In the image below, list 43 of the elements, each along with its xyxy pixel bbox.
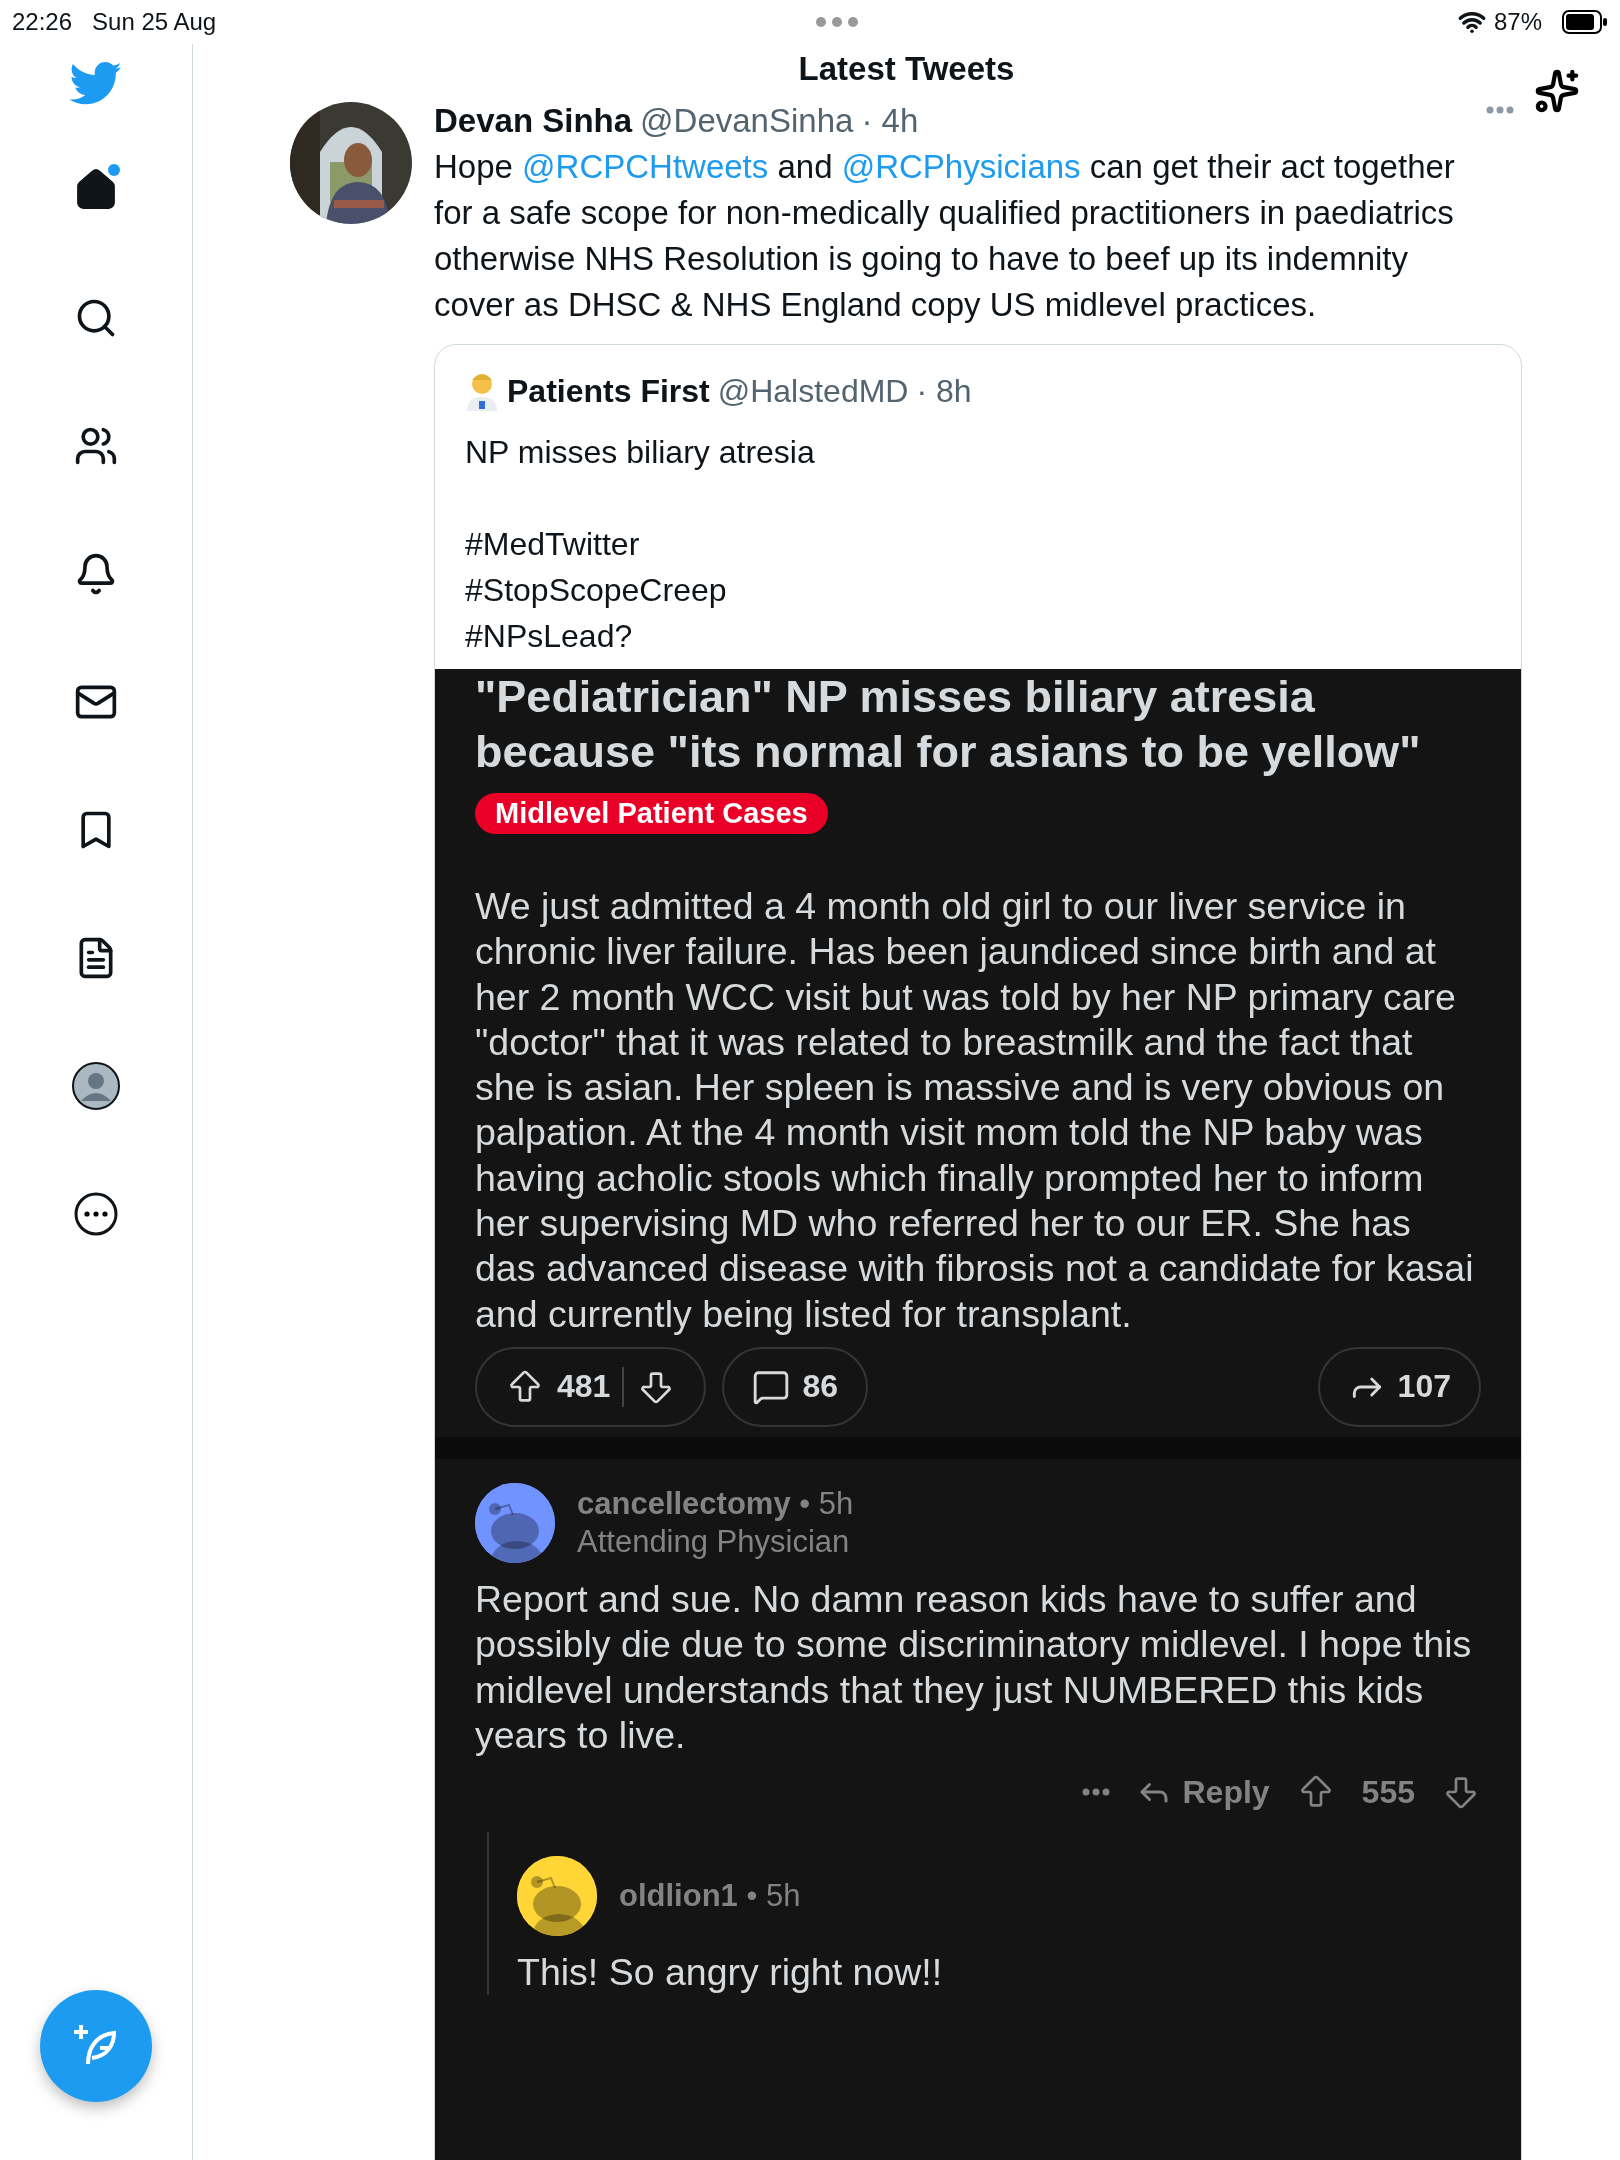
more-icon <box>1486 106 1514 114</box>
hashtag-text: #NPsLead? <box>465 617 634 656</box>
home-icon <box>74 168 118 212</box>
post-flair: Midlevel Patient Cases <box>475 793 828 834</box>
battery-percent: 87% <box>1493 8 1542 36</box>
more-icon <box>73 1191 119 1237</box>
battery-icon <box>1562 10 1608 34</box>
author-handle[interactable]: @DevanSinha <box>640 102 854 140</box>
author-name[interactable]: Devan Sinha <box>434 102 633 140</box>
quoted-author-name[interactable]: Patients First <box>507 372 710 410</box>
tweet-text: Hope @RCPCHtweets and @RCPhysicians can get their act together for a safe scope for non-medically qualified practitioners in paediatrics otherwise NHS Resolution is going to have to beef up its indemnity cover as DHSC & NHS England copy US midlevel practices. <box>434 147 1456 325</box>
post-body: We just admitted a 4 month old girl to our liver service in chronic liver failure. Has been jaundiced since birth and at her 2 month WCC visit but was told by her NP primary care "doctor" that it was related to breastmilk and the fact that she is asian. Her spleen is massive and is very obvious on palpation. At the 4 month visit mom told the NP baby was having acholic stools which finally prompted her to inform her supervising MD who referred her to our ER. She has das advanced disease with fibrosis not a candidate for kasai and currently being listed for transplant. <box>475 884 1475 1337</box>
status-time: 22:26 <box>12 8 73 36</box>
vote-count: 555 <box>1361 1773 1415 1811</box>
quoted-tweet-time: · 8h <box>916 372 972 410</box>
share-button[interactable]: 107 <box>1317 1346 1481 1427</box>
hashtag-text: #MedTwitter <box>465 525 641 564</box>
status-date: Sun 25 Aug <box>92 8 217 36</box>
quoted-tweet-card[interactable] <box>434 344 1522 2160</box>
comment-meta: oldlion1 • 5h <box>619 1877 801 1916</box>
upvote-count: 481 <box>557 1368 611 1406</box>
more-options-button[interactable] <box>1082 1788 1111 1797</box>
comment-meta: cancellectomy • 5h <box>577 1484 854 1523</box>
multitask-dots-icon <box>815 16 860 28</box>
compose-tweet-button[interactable] <box>40 1990 152 2102</box>
quoted-author-handle[interactable]: @HalstedMD <box>717 372 909 410</box>
comments-button[interactable]: 86 <box>722 1346 868 1427</box>
reply-button[interactable]: Reply <box>1136 1773 1270 1811</box>
post-title: "Pediatrician" NP misses biliary atresia because "its normal for asians to be yellow" <box>475 670 1422 779</box>
more-icon <box>1082 1788 1111 1797</box>
profile-avatar-icon <box>71 1061 121 1111</box>
vote-button[interactable]: 481 <box>475 1346 707 1427</box>
twitter-bird-logo[interactable] <box>69 62 123 106</box>
comment-text: Report and sue. No damn reason kids have to suffer and possibly die due to some discriminatory midlevel. I hope this midlevel understands that they just NUMBERED this kids years to live. <box>475 1576 1473 1758</box>
tweet-time: · 4h <box>861 102 919 140</box>
health-worker-icon <box>465 371 499 411</box>
user-flair: Attending Physician <box>577 1522 851 1561</box>
hashtag-text: #StopScopeCreep <box>465 571 728 610</box>
page-title: Latest Tweets <box>798 50 1015 88</box>
sparkle-icon <box>1534 68 1580 114</box>
quoted-tweet-text: NP misses biliary atresia <box>465 433 816 472</box>
comment-text: This! So angry right now!! <box>517 1950 944 1996</box>
unread-dot <box>108 164 120 176</box>
